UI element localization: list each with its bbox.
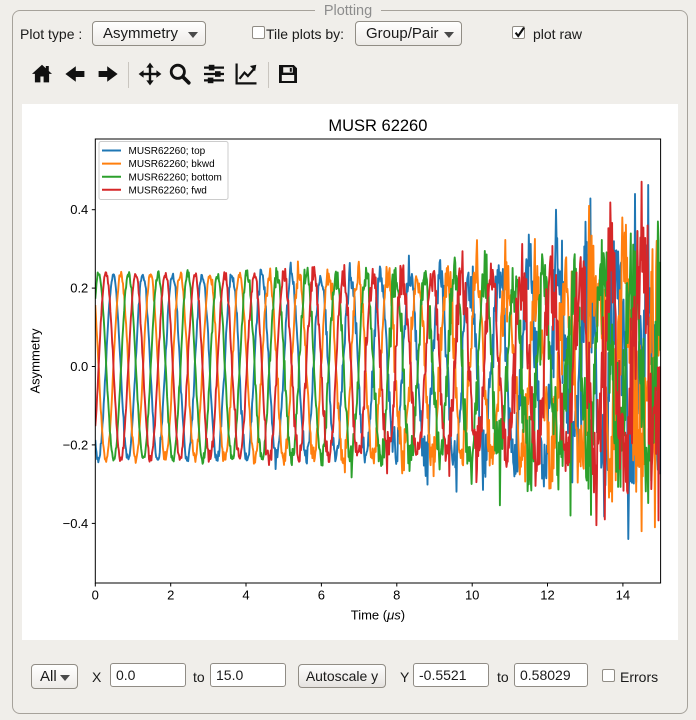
svg-text:MUSR62260; bottom: MUSR62260; bottom [129, 172, 222, 183]
svg-text:0.2: 0.2 [70, 281, 88, 296]
svg-text:0.0: 0.0 [70, 359, 88, 374]
svg-text:0.4: 0.4 [70, 202, 88, 217]
svg-text:8: 8 [393, 588, 400, 603]
svg-text:4: 4 [242, 588, 249, 603]
svg-text:12: 12 [540, 588, 554, 603]
svg-text:Asymmetry: Asymmetry [28, 328, 43, 394]
svg-text:MUSR62260; fwd: MUSR62260; fwd [129, 185, 207, 196]
svg-text:Time (μs): Time (μs) [351, 608, 405, 623]
svg-text:MUSR62260; bkwd: MUSR62260; bkwd [129, 159, 215, 170]
svg-text:MUSR62260; top: MUSR62260; top [129, 146, 206, 157]
svg-text:−0.2: −0.2 [63, 437, 89, 452]
svg-text:14: 14 [616, 588, 630, 603]
svg-text:10: 10 [465, 588, 479, 603]
svg-text:2: 2 [167, 588, 174, 603]
svg-text:0: 0 [92, 588, 99, 603]
svg-text:MUSR 62260: MUSR 62260 [328, 117, 427, 135]
svg-text:−0.4: −0.4 [63, 516, 89, 531]
svg-text:6: 6 [318, 588, 325, 603]
